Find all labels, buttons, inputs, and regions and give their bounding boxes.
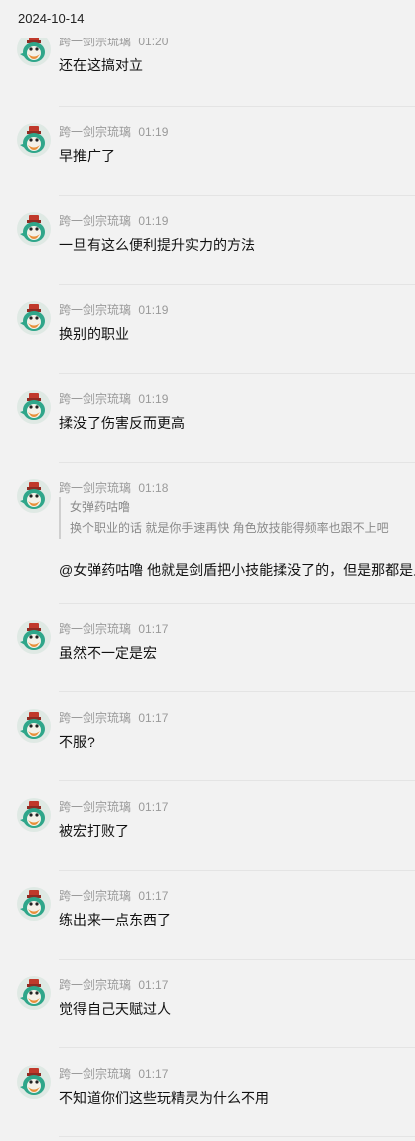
message-text: 换别的职业 <box>59 326 129 342</box>
message-time: 01:18 <box>138 481 169 495</box>
divider <box>59 959 415 960</box>
divider <box>59 373 415 374</box>
message-time: 01:17 <box>138 622 169 636</box>
message-meta: 跨一剑宗琉璃 01:19 <box>59 390 168 407</box>
sender-name: 跨一剑宗琉璃 <box>59 622 132 636</box>
message-text: 被宏打败了 <box>59 823 129 839</box>
quote-author: 女弹药咕噜 <box>70 500 131 514</box>
avatar[interactable] <box>17 709 51 743</box>
message-meta: 跨一剑宗琉璃 01:19 <box>59 301 168 318</box>
sender-name: 跨一剑宗琉璃 <box>59 1067 132 1081</box>
message-meta: 跨一剑宗琉璃 01:17 <box>59 1065 168 1082</box>
avatar[interactable] <box>17 212 51 246</box>
message-time: 01:19 <box>138 214 169 228</box>
quoted-message[interactable]: 女弹药咕噜 换个职业的话 就是你手速再快 角色放技能得频率也跟不上吧 <box>59 497 389 539</box>
message-text: 不知道你们这些玩精灵为什么不用 <box>59 1090 269 1106</box>
message-time: 01:17 <box>138 978 169 992</box>
message-time: 01:19 <box>138 125 169 139</box>
message-time: 01:17 <box>138 889 169 903</box>
quote-text: 换个职业的话 就是你手速再快 角色放技能得频率也跟不上吧 <box>70 521 389 535</box>
divider <box>59 195 415 196</box>
message-text: @女弹药咕噜 他就是剑盾把小技能揉没了的，但是那都是人 <box>59 562 415 578</box>
message-text: 一旦有这么便利提升实力的方法 <box>59 237 255 253</box>
message-text: 揉没了伤害反而更高 <box>59 415 185 431</box>
date-header: 2024-10-14 <box>0 0 415 38</box>
avatar[interactable] <box>17 479 51 513</box>
sender-name: 跨一剑宗琉璃 <box>59 800 132 814</box>
divider <box>59 780 415 781</box>
divider <box>59 1047 415 1048</box>
message-meta: 跨一剑宗琉璃 01:17 <box>59 976 168 993</box>
avatar[interactable] <box>17 887 51 921</box>
message-meta: 跨一剑宗琉璃 01:17 <box>59 620 168 637</box>
message-meta: 跨一剑宗琉璃 01:17 <box>59 709 168 726</box>
sender-name: 跨一剑宗琉璃 <box>59 303 132 317</box>
avatar[interactable] <box>17 798 51 832</box>
message-text: 早推广了 <box>59 148 115 164</box>
sender-name: 跨一剑宗琉璃 <box>59 125 132 139</box>
divider <box>59 603 415 604</box>
divider <box>59 870 415 871</box>
sender-name: 跨一剑宗琉璃 <box>59 889 132 903</box>
sender-name: 跨一剑宗琉璃 <box>59 481 132 495</box>
divider <box>59 106 415 107</box>
divider <box>59 284 415 285</box>
message-text: 不服? <box>59 734 95 750</box>
sender-name: 跨一剑宗琉璃 <box>59 392 132 406</box>
message-text: 觉得自己天赋过人 <box>59 1001 171 1017</box>
message-meta: 跨一剑宗琉璃 01:17 <box>59 887 168 904</box>
message-time: 01:17 <box>138 711 169 725</box>
message-meta: 跨一剑宗琉璃 01:18 <box>59 479 168 496</box>
message-text: 练出来一点东西了 <box>59 912 171 928</box>
message-meta: 跨一剑宗琉璃 01:19 <box>59 212 168 229</box>
sender-name: 跨一剑宗琉璃 <box>59 978 132 992</box>
message-text: 虽然不一定是宏 <box>59 645 157 661</box>
message-meta: 跨一剑宗琉璃 01:19 <box>59 123 168 140</box>
message-time: 01:17 <box>138 800 169 814</box>
message-time: 01:19 <box>138 303 169 317</box>
message-time: 01:17 <box>138 1067 169 1081</box>
message-meta: 跨一剑宗琉璃 01:17 <box>59 798 168 815</box>
message-list[interactable]: 跨一剑宗琉璃 01:20 还在这搞对立 跨一剑宗琉璃 01:19 早推广了 跨一… <box>0 0 415 1141</box>
avatar[interactable] <box>17 1065 51 1099</box>
sender-name: 跨一剑宗琉璃 <box>59 711 132 725</box>
message-time: 01:19 <box>138 392 169 406</box>
message-text: 还在这搞对立 <box>59 57 143 73</box>
date-label: 2024-10-14 <box>18 11 85 26</box>
avatar[interactable] <box>17 390 51 424</box>
divider <box>59 462 415 463</box>
avatar[interactable] <box>17 620 51 654</box>
divider <box>59 1136 415 1137</box>
sender-name: 跨一剑宗琉璃 <box>59 214 132 228</box>
avatar[interactable] <box>17 301 51 335</box>
divider <box>59 691 415 692</box>
avatar[interactable] <box>17 123 51 157</box>
avatar[interactable] <box>17 976 51 1010</box>
